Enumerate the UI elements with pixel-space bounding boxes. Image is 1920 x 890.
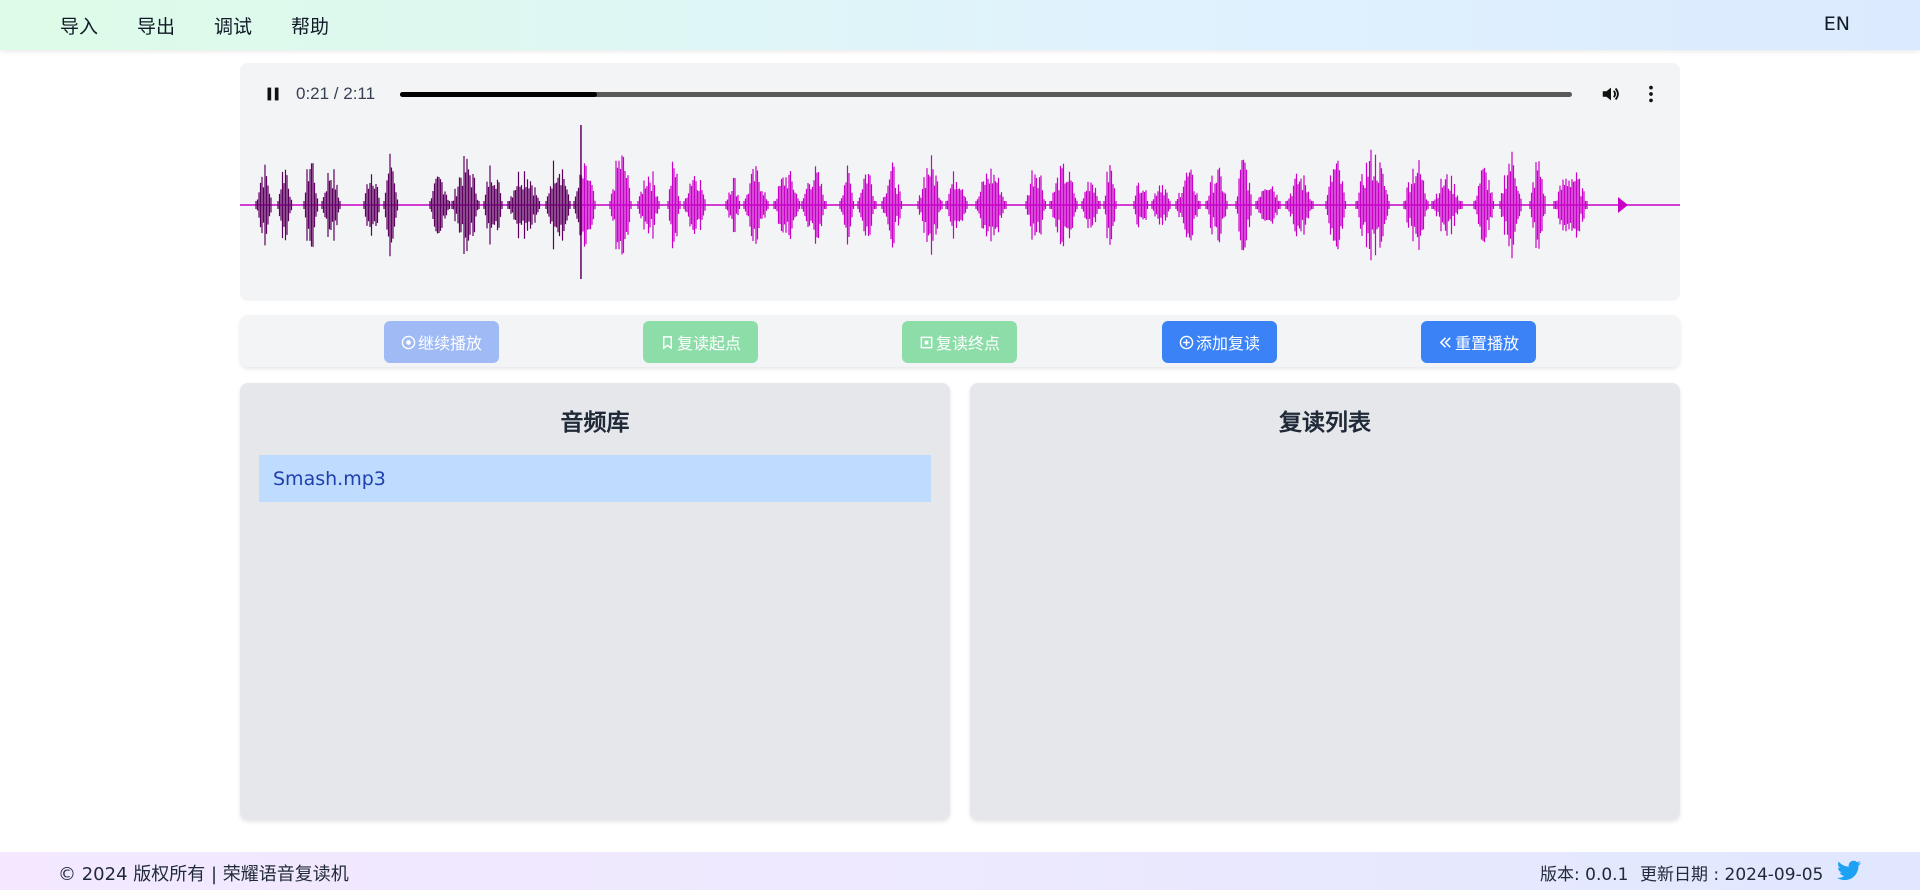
play-circle-icon — [401, 335, 416, 349]
audio-player: 0:21 / 2:11 — [240, 63, 1680, 301]
volume-icon[interactable] — [1600, 83, 1622, 105]
repeat-start-button[interactable]: 复读起点 — [643, 321, 758, 363]
menu-debug[interactable]: 调试 — [214, 12, 252, 39]
copyright-text: © 2024 版权所有 | 荣耀语音复读机 — [58, 864, 349, 885]
version-text: 版本: 0.0.1 — [1540, 865, 1629, 885]
repeat-end-label: 复读终点 — [935, 334, 1000, 353]
library-item[interactable]: Smash.mp3 — [259, 455, 931, 502]
more-vertical-icon[interactable] — [1640, 83, 1662, 105]
time-display: 0:21 / 2:11 — [296, 84, 376, 103]
add-repeat-label: 添加复读 — [1195, 334, 1260, 353]
repeat-end-button[interactable]: 复读终点 — [902, 321, 1017, 363]
update-date-text: 更新日期 : 2024-09-05 — [1640, 865, 1824, 885]
stop-square-icon — [920, 336, 933, 348]
reset-play-label: 重置播放 — [1454, 334, 1519, 353]
plus-circle-icon — [1179, 335, 1194, 349]
menu-help[interactable]: 帮助 — [291, 12, 329, 39]
repeat-controls: 继续播放 复读起点 复读终点 添加复读 重置播放 — [240, 315, 1680, 367]
repeat-start-label: 复读起点 — [676, 334, 741, 353]
pause-icon[interactable] — [262, 83, 284, 105]
language-toggle[interactable]: EN — [1824, 13, 1850, 35]
audio-library-title: 音频库 — [560, 410, 630, 436]
footer: © 2024 版权所有 | 荣耀语音复读机 版本: 0.0.1 更新日期 : 2… — [0, 852, 1920, 890]
continue-play-button[interactable]: 继续播放 — [384, 321, 499, 363]
seek-bar-fill — [400, 92, 597, 97]
top-navbar: 导入 导出 调试 帮助 EN — [0, 0, 1920, 50]
reset-play-button[interactable]: 重置播放 — [1421, 321, 1536, 363]
repeat-list-panel: 复读列表 — [970, 383, 1680, 820]
continue-play-label: 继续播放 — [417, 334, 482, 353]
bookmark-start-icon — [663, 335, 672, 350]
end-marker-icon — [1618, 197, 1628, 213]
add-repeat-button[interactable]: 添加复读 — [1162, 321, 1277, 363]
double-chevron-left-icon — [1439, 336, 1451, 348]
menu-export[interactable]: 导出 — [137, 12, 175, 39]
main-menu: 导入 导出 调试 帮助 — [60, 12, 368, 39]
twitter-icon[interactable] — [1836, 858, 1862, 884]
repeat-list-title: 复读列表 — [1279, 410, 1371, 436]
seek-bar[interactable] — [400, 92, 1572, 97]
audio-library-panel: 音频库 Smash.mp3 — [240, 383, 950, 820]
waveform[interactable] — [240, 125, 1680, 285]
menu-import[interactable]: 导入 — [60, 12, 98, 39]
audio-controls-bar: 0:21 / 2:11 — [240, 63, 1680, 125]
